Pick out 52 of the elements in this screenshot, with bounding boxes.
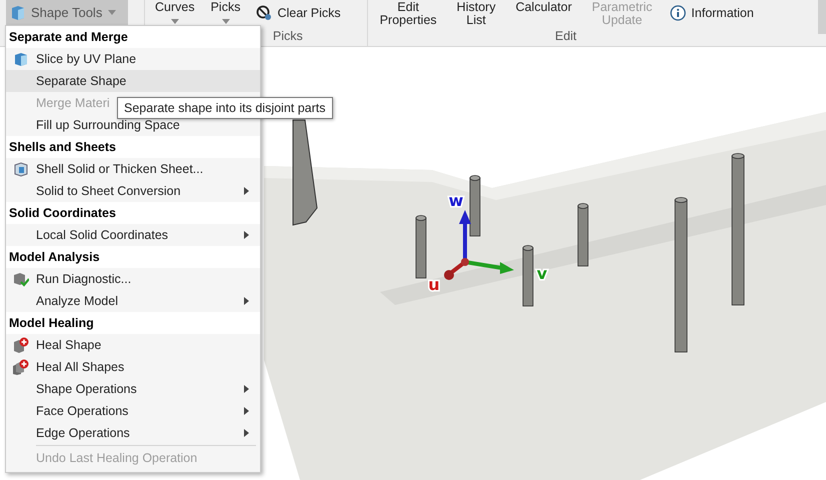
ribbon-button[interactable]: Calculator: [508, 0, 580, 28]
cylinder-drawing: [470, 175, 480, 236]
menu-item[interactable]: Edge Operations: [6, 422, 260, 444]
cylinder-drawing: [416, 215, 426, 278]
shape-tools-button[interactable]: Shape Tools: [6, 0, 128, 25]
toolbar-button[interactable]: [818, 0, 826, 34]
ribbon-button[interactable]: Edit Properties: [372, 0, 445, 28]
caret-icon: [108, 10, 116, 15]
clear-icon: [256, 5, 272, 21]
menu-item[interactable]: Run Diagnostic...: [6, 268, 260, 290]
submenu-arrow-icon: [244, 187, 249, 195]
group-label: Edit: [554, 29, 578, 45]
ribbon-button[interactable]: History List: [448, 0, 504, 28]
menu-item[interactable]: Separate Shape: [6, 70, 260, 92]
menu-item[interactable]: Shell Solid or Thicken Sheet...: [6, 158, 260, 180]
menu-item[interactable]: Analyze Model: [6, 290, 260, 312]
submenu-arrow-icon: [244, 231, 249, 239]
axis-triad-drawing: [444, 210, 514, 280]
submenu-arrow-icon: [244, 297, 249, 305]
submenu-arrow-icon: [244, 407, 249, 415]
menu-item[interactable]: Heal Shape: [6, 334, 260, 356]
menu-section-header: Separate and Merge: [6, 26, 260, 48]
clear-picks-button[interactable]: Clear Picks: [250, 0, 347, 26]
cube-icon: [13, 51, 29, 67]
menu-section-header: Model Healing: [6, 312, 260, 334]
info-icon: [670, 5, 686, 21]
menu-item[interactable]: Shape Operations: [6, 378, 260, 400]
menu-section-header: Shells and Sheets: [6, 136, 260, 158]
cube-plus-icon: [13, 337, 29, 353]
menu-item[interactable]: Heal All Shapes: [6, 356, 260, 378]
menu-item[interactable]: Local Solid Coordinates: [6, 224, 260, 246]
axis-label: w: [448, 191, 464, 210]
group-label: Picks: [272, 29, 304, 45]
axis-label: u: [428, 275, 440, 294]
information-button[interactable]: Information: [664, 0, 760, 26]
menu-section-header: Model Analysis: [6, 246, 260, 268]
cube-icon: [11, 4, 25, 20]
axis-label: v: [536, 264, 548, 283]
cubes-plus-icon: [13, 359, 29, 375]
menu-item[interactable]: Solid to Sheet Conversion: [6, 180, 260, 202]
submenu-arrow-icon: [244, 429, 249, 437]
menu-item[interactable]: Slice by UV Plane: [6, 48, 260, 70]
ribbon-dropdown-button[interactable]: Curves: [149, 0, 201, 28]
hollow-cube-icon: [13, 161, 29, 177]
submenu-arrow-icon: [244, 385, 249, 393]
menu-item[interactable]: Face Operations: [6, 400, 260, 422]
ribbon-dropdown-button[interactable]: Picks: [204, 0, 246, 28]
cube-check-icon: [13, 271, 29, 287]
cylinder-drawing: [578, 203, 588, 266]
cylinder-drawing: [522, 245, 534, 306]
tooltip: Separate shape into its disjoint parts: [117, 97, 333, 119]
menu-section-header: Solid Coordinates: [6, 202, 260, 224]
